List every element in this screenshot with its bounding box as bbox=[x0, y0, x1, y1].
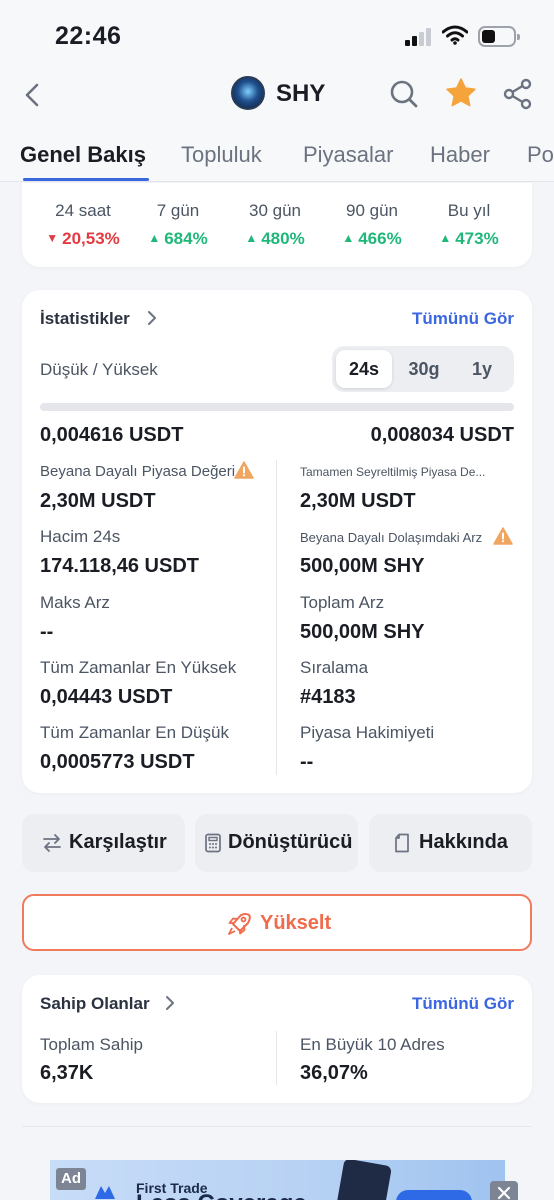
cellular-signal-icon bbox=[405, 28, 435, 46]
holders-title[interactable]: Sahip Olanlar bbox=[40, 994, 150, 1014]
volume-24h-label: Hacim 24s bbox=[40, 527, 121, 546]
performance-30d: 30 gün ▲ 480% bbox=[245, 201, 305, 248]
holders-see-all-link[interactable]: Tümünü Gör bbox=[412, 994, 514, 1014]
ad-tag: Ad bbox=[56, 1168, 86, 1190]
favorite-star-icon[interactable] bbox=[444, 76, 478, 110]
battery-icon bbox=[478, 26, 520, 47]
status-time: 22:46 bbox=[55, 22, 122, 50]
dominance-value: -- bbox=[300, 751, 314, 773]
back-button[interactable] bbox=[18, 80, 48, 110]
document-icon bbox=[395, 833, 409, 853]
arrow-up-icon: ▲ bbox=[439, 231, 452, 245]
ad-banner[interactable]: Ad First Trade Less Coverage bbox=[50, 1160, 505, 1200]
atl-value: 0,0005773 USDT bbox=[40, 751, 195, 773]
chevron-right-icon[interactable] bbox=[162, 995, 178, 1011]
ad-cta-button[interactable] bbox=[396, 1190, 472, 1200]
tab-news[interactable]: Haber bbox=[430, 142, 490, 168]
tab-bar: Genel Bakış Topluluk Piyasalar Haber Po bbox=[0, 130, 554, 182]
rank-label: Sıralama bbox=[300, 658, 369, 677]
total-holders-label: Toplam Sahip bbox=[40, 1035, 144, 1054]
arrow-up-icon: ▲ bbox=[245, 231, 258, 245]
performance-24h: 24 saat ▼ 20,53% bbox=[46, 201, 120, 248]
warning-icon[interactable] bbox=[493, 527, 513, 545]
total-supply-label: Toplam Arz bbox=[300, 593, 385, 612]
low-high-label: Düşük / Yüksek bbox=[40, 360, 158, 379]
dominance-label: Piyasa Hakimiyeti bbox=[300, 723, 435, 742]
period-1y-button[interactable]: 1y bbox=[454, 350, 510, 388]
boost-button[interactable]: Yükselt bbox=[22, 894, 532, 951]
statistics-card: İstatistikler Tümünü Gör Düşük / Yüksek … bbox=[22, 290, 532, 793]
ad-phone-image bbox=[336, 1160, 392, 1200]
token-logo-icon bbox=[231, 76, 265, 110]
section-divider bbox=[22, 1126, 532, 1127]
statistics-title[interactable]: İstatistikler bbox=[40, 309, 130, 329]
atl-label: Tüm Zamanlar En Düşük bbox=[40, 723, 229, 742]
period-24s-button[interactable]: 24s bbox=[336, 350, 392, 388]
tab-community[interactable]: Topluluk bbox=[181, 142, 262, 168]
token-name: SHY bbox=[276, 80, 326, 107]
total-supply-value: 500,00M SHY bbox=[300, 621, 425, 643]
low-high-range-bar bbox=[40, 403, 514, 411]
warning-icon[interactable] bbox=[234, 461, 254, 479]
share-icon[interactable] bbox=[502, 78, 534, 110]
period-selector: 24s 30g 1y bbox=[332, 346, 514, 392]
performance-card: 24 saat ▼ 20,53% 7 gün ▲ 684% 30 gün ▲ 480%… bbox=[22, 183, 532, 267]
swap-arrows-icon bbox=[43, 834, 61, 852]
converter-button[interactable]: Dönüştürücü bbox=[195, 814, 358, 872]
close-icon[interactable] bbox=[490, 1181, 518, 1200]
ad-headline: Less Coverage bbox=[136, 1190, 307, 1200]
arrow-up-icon: ▲ bbox=[148, 231, 161, 245]
top10-addresses-value: 36,07% bbox=[300, 1062, 368, 1084]
low-value: 0,004616 USDT bbox=[40, 424, 184, 446]
status-bar: 22:46 bbox=[0, 0, 554, 68]
search-icon[interactable] bbox=[388, 78, 420, 110]
rank-value: #4183 bbox=[300, 686, 356, 708]
max-supply-value: -- bbox=[40, 621, 54, 643]
compare-button[interactable]: Karşılaştır bbox=[22, 814, 185, 872]
performance-90d: 90 gün ▲ 466% bbox=[342, 201, 402, 248]
fully-diluted-label: Tamamen Seyreltilmiş Piyasa De... bbox=[300, 465, 486, 479]
circulating-supply-label: Beyana Dayalı Dolaşımdaki Arz bbox=[300, 530, 483, 545]
market-cap-label: Beyana Dayalı Piyasa Değeri bbox=[40, 463, 236, 480]
ath-value: 0,04443 USDT bbox=[40, 686, 173, 708]
circulating-supply-value: 500,00M SHY bbox=[300, 555, 425, 577]
column-divider bbox=[276, 1031, 277, 1085]
ath-label: Tüm Zamanlar En Yüksek bbox=[40, 658, 237, 677]
performance-ytd: Bu yıl ▲ 473% bbox=[439, 201, 499, 248]
tab-more[interactable]: Po bbox=[527, 142, 554, 168]
rocket-icon bbox=[228, 913, 251, 935]
advertiser-logo-icon bbox=[95, 1186, 115, 1199]
period-30g-button[interactable]: 30g bbox=[396, 350, 452, 388]
arrow-up-icon: ▲ bbox=[342, 231, 355, 245]
column-divider bbox=[276, 460, 277, 775]
fully-diluted-value: 2,30M USDT bbox=[300, 490, 416, 512]
tab-overview[interactable]: Genel Bakış bbox=[20, 142, 146, 168]
total-holders-value: 6,37K bbox=[40, 1062, 94, 1084]
arrow-down-icon: ▼ bbox=[46, 231, 59, 245]
calculator-icon bbox=[205, 833, 221, 853]
statistics-see-all-link[interactable]: Tümünü Gör bbox=[412, 309, 514, 329]
top10-addresses-label: En Büyük 10 Adres bbox=[300, 1035, 445, 1054]
tab-markets[interactable]: Piyasalar bbox=[303, 142, 393, 168]
market-cap-value: 2,30M USDT bbox=[40, 490, 156, 512]
header: SHY bbox=[0, 68, 554, 130]
chevron-right-icon[interactable] bbox=[144, 310, 160, 326]
holders-card: Sahip Olanlar Tümünü Gör Toplam Sahip 6,… bbox=[22, 975, 532, 1103]
volume-24h-value: 174.118,46 USDT bbox=[40, 555, 199, 577]
performance-7d: 7 gün ▲ 684% bbox=[148, 201, 208, 248]
wifi-icon bbox=[442, 25, 468, 45]
about-button[interactable]: Hakkında bbox=[369, 814, 532, 872]
max-supply-label: Maks Arz bbox=[40, 593, 110, 612]
active-tab-indicator bbox=[23, 178, 149, 181]
high-value: 0,008034 USDT bbox=[370, 424, 514, 446]
